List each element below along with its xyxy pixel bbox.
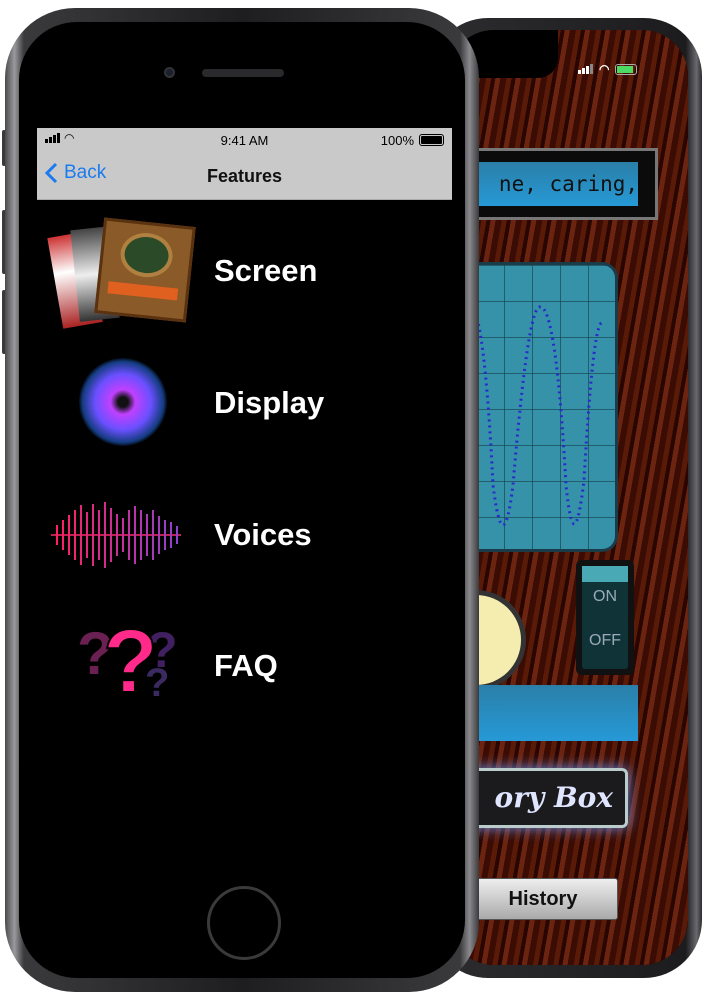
waveform-icon	[37, 480, 197, 590]
list-item-screen[interactable]: Screen	[37, 211, 452, 331]
battery-icon	[419, 134, 444, 146]
item-label: Screen	[214, 253, 318, 288]
list-item-faq[interactable]: ? ? ? ? FAQ	[37, 606, 452, 726]
battery-percent: 100%	[380, 133, 414, 148]
battery-charging-icon	[615, 63, 638, 75]
wifi-icon: ◠	[599, 62, 610, 76]
back-phone-screen: ◠ ne, caring, ON OFF e ory Box History	[448, 30, 688, 965]
earpiece-speaker	[202, 69, 284, 77]
particle-display-icon	[37, 348, 197, 458]
item-label: FAQ	[214, 648, 278, 683]
status-bar: ◠ 9:41 AM 100%	[37, 128, 452, 152]
item-label: Display	[214, 385, 325, 420]
history-button[interactable]: History	[468, 878, 618, 920]
signal-icon	[578, 64, 593, 74]
power-switch[interactable]: ON OFF	[576, 560, 634, 675]
front-phone-screen: ◠ 9:41 AM 100% Back Features Screen Disp…	[37, 128, 452, 868]
question-marks-icon: ? ? ? ?	[77, 611, 178, 713]
back-status-icons: ◠	[578, 62, 638, 76]
page-title: Features	[206, 166, 283, 186]
navigation-bar: Back Features	[37, 152, 452, 200]
front-camera	[164, 67, 175, 78]
list-item-voices[interactable]: Voices	[37, 475, 452, 595]
screen-cards-icon	[37, 216, 197, 329]
switch-on-label: ON	[593, 588, 617, 605]
switch-off-label: OFF	[589, 632, 621, 649]
item-label: Voices	[214, 517, 312, 552]
list-item-display[interactable]: Display	[37, 343, 452, 463]
home-button[interactable]	[207, 886, 281, 960]
